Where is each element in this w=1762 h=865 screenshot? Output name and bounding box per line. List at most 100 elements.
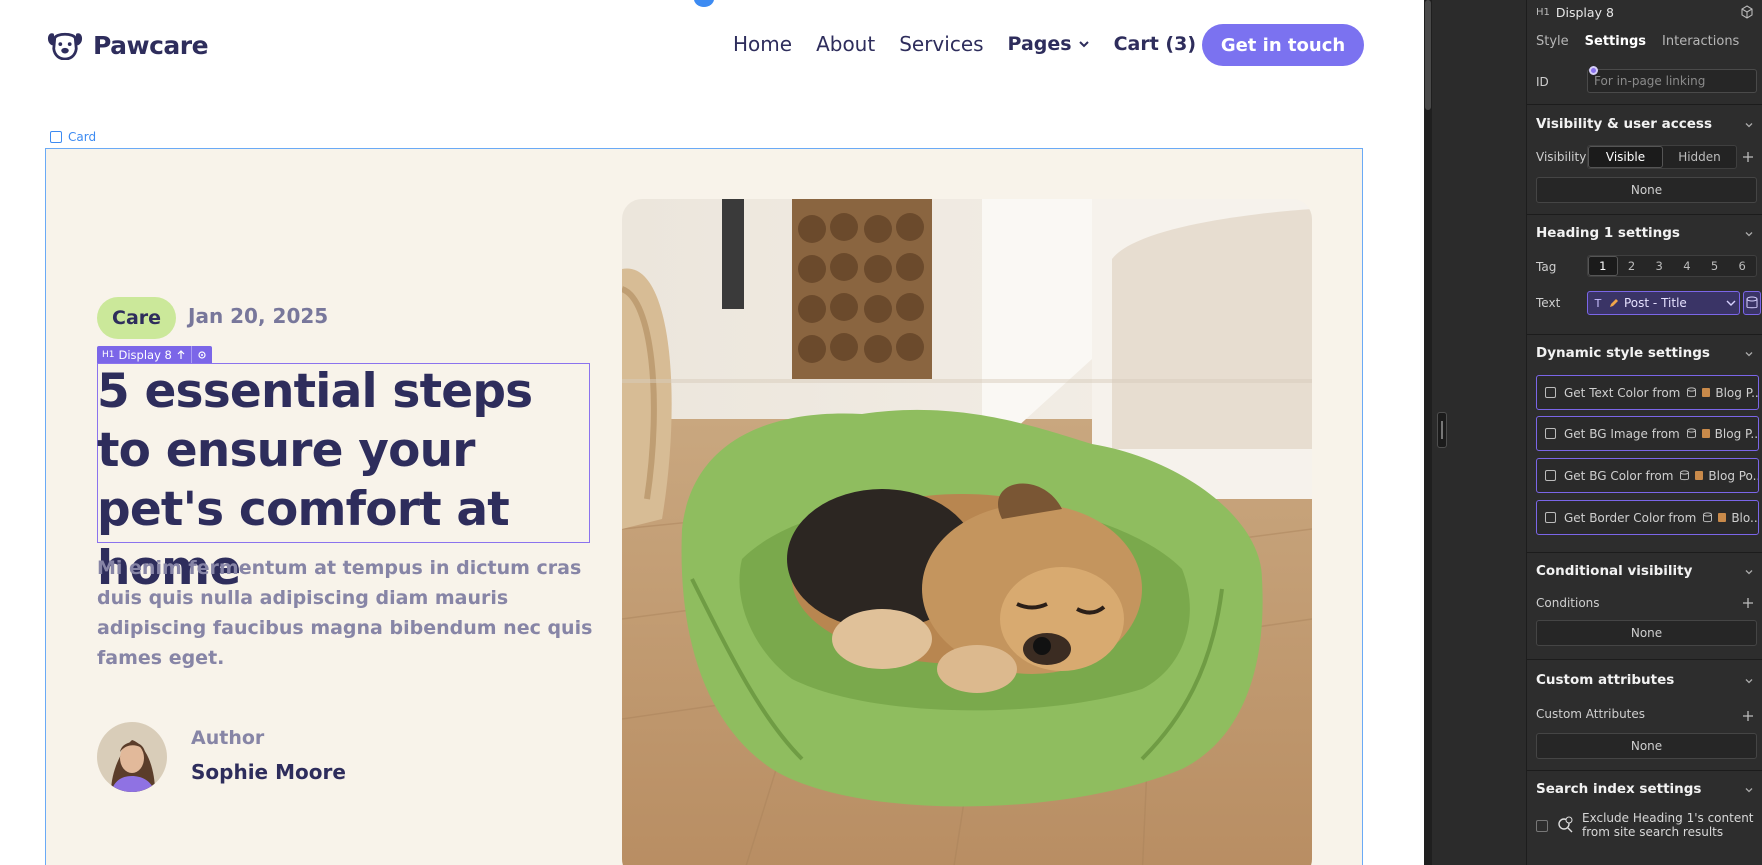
custom-attributes-value[interactable]: None <box>1536 733 1757 759</box>
dog-face-icon <box>47 32 83 60</box>
visibility-visible-option[interactable]: Visible <box>1588 146 1663 168</box>
chevron-down-icon[interactable] <box>1744 785 1754 795</box>
visibility-label: Visibility <box>1536 150 1587 164</box>
divider <box>1527 770 1762 771</box>
dynamic-row-source: Blog Po... <box>1708 468 1759 483</box>
divider <box>1527 214 1762 215</box>
visibility-toggle: Visible Hidden <box>1587 145 1737 169</box>
plus-icon[interactable] <box>1742 710 1754 722</box>
id-label: ID <box>1536 75 1549 89</box>
database-icon <box>1746 296 1758 309</box>
tag-option-4[interactable]: 4 <box>1673 256 1701 276</box>
card-element-label: Card <box>50 130 96 144</box>
component-icon <box>177 349 185 359</box>
canvas-scrollbar[interactable] <box>1424 0 1432 865</box>
id-placeholder: For in-page linking <box>1594 74 1706 88</box>
search-index-section-title[interactable]: Search index settings <box>1536 781 1701 797</box>
chevron-down-icon <box>1726 300 1736 306</box>
visibility-hidden-option[interactable]: Hidden <box>1663 146 1736 168</box>
nav-pages-dropdown[interactable]: Pages <box>1008 33 1090 55</box>
nav-home[interactable]: Home <box>733 32 792 56</box>
conditions-value[interactable]: None <box>1536 620 1757 646</box>
panel-tabs: Style Settings Interactions <box>1536 34 1739 49</box>
chevron-down-icon[interactable] <box>1744 676 1754 686</box>
id-field[interactable]: For in-page linking <box>1587 69 1757 93</box>
plus-icon[interactable] <box>1742 151 1754 163</box>
author-avatar <box>97 722 167 792</box>
nav-services[interactable]: Services <box>899 32 983 56</box>
custom-attributes-section-title[interactable]: Custom attributes <box>1536 672 1674 688</box>
tag-option-3[interactable]: 3 <box>1645 256 1673 276</box>
panel-resize-handle[interactable] <box>1437 412 1447 448</box>
designer-canvas[interactable]: Pawcare Home About Services Pages Cart (… <box>0 0 1424 865</box>
page-icon <box>1702 388 1711 397</box>
cube-icon[interactable] <box>1740 5 1754 19</box>
divider <box>1527 334 1762 335</box>
divider <box>1527 552 1762 553</box>
tag-option-2[interactable]: 2 <box>1618 256 1646 276</box>
id-binding-dot[interactable] <box>1589 66 1598 75</box>
tag-option-1[interactable]: 1 <box>1588 256 1618 276</box>
divider <box>1527 104 1762 105</box>
pencil-icon <box>1610 299 1618 307</box>
dynamic-row-label: Get Text Color from <box>1564 385 1681 400</box>
card-label-text: Card <box>68 130 97 144</box>
page-icon <box>1701 429 1710 438</box>
search-exclude-checkbox[interactable] <box>1536 820 1548 832</box>
checkbox[interactable] <box>1545 470 1556 481</box>
nav-links: Home About Services Pages Cart (3) <box>733 32 1220 56</box>
chevron-down-icon[interactable] <box>1744 120 1754 130</box>
visibility-value[interactable]: None <box>1536 177 1757 203</box>
checkbox[interactable] <box>1545 512 1556 523</box>
tag-option-5[interactable]: 5 <box>1701 256 1729 276</box>
selection-label[interactable]: H1 Display 8 <box>97 346 212 363</box>
heading-section-title[interactable]: Heading 1 settings <box>1536 225 1680 241</box>
panel-element-tag: H1 <box>1536 7 1550 18</box>
text-binding-field[interactable]: T Post - Title <box>1587 291 1740 315</box>
custom-attributes-label: Custom Attributes <box>1536 707 1646 721</box>
text-type-icon: T <box>1594 296 1602 310</box>
chevron-down-icon[interactable] <box>1744 229 1754 239</box>
get-in-touch-button[interactable]: Get in touch <box>1202 24 1364 66</box>
database-icon <box>1687 387 1697 398</box>
site-logo[interactable]: Pawcare <box>45 30 209 60</box>
text-binding-value: Post - Title <box>1624 296 1687 310</box>
conditional-section-title[interactable]: Conditional visibility <box>1536 563 1692 579</box>
category-badge[interactable]: Care <box>97 297 177 339</box>
dynamic-border-color-row[interactable]: Get Border Color from Blo... <box>1536 500 1759 535</box>
dynamic-row-source: Blog P... <box>1714 426 1759 441</box>
nav-about[interactable]: About <box>816 32 875 56</box>
checkbox[interactable] <box>1545 428 1556 439</box>
database-link-icon[interactable] <box>1743 291 1761 315</box>
dynamic-bg-image-row[interactable]: Get BG Image from Blog P... <box>1536 416 1759 451</box>
chevron-down-icon[interactable] <box>1744 349 1754 359</box>
canvas-scroll-thumb[interactable] <box>1425 0 1431 110</box>
chevron-down-icon[interactable] <box>1744 567 1754 577</box>
nav-cart[interactable]: Cart (3) <box>1114 33 1196 55</box>
author-name: Sophie Moore <box>191 760 346 784</box>
gear-icon <box>198 350 206 359</box>
chevron-down-icon <box>1078 41 1089 48</box>
dynamic-text-color-row[interactable]: Get Text Color from Blog P... <box>1536 375 1759 410</box>
post-date: Jan 20, 2025 <box>188 304 329 328</box>
divider <box>1527 659 1762 660</box>
heading-tag-selector: 1 2 3 4 5 6 <box>1587 255 1757 277</box>
visibility-section-title[interactable]: Visibility & user access <box>1536 116 1712 132</box>
page-icon <box>1718 513 1727 522</box>
conditions-label: Conditions <box>1536 596 1600 610</box>
dynamic-bg-color-row[interactable]: Get BG Color from Blog Po... <box>1536 458 1759 493</box>
tab-settings[interactable]: Settings <box>1585 34 1646 49</box>
tab-interactions[interactable]: Interactions <box>1662 34 1739 49</box>
checkbox[interactable] <box>1545 387 1556 398</box>
selection-style: Display 8 <box>118 347 172 362</box>
dynamic-section-title[interactable]: Dynamic style settings <box>1536 345 1710 361</box>
selection-settings[interactable] <box>190 346 212 363</box>
post-image[interactable] <box>622 199 1312 865</box>
text-label: Text <box>1536 296 1561 310</box>
search-off-icon <box>1558 816 1573 833</box>
tag-option-6[interactable]: 6 <box>1728 256 1756 276</box>
author-label: Author <box>191 727 265 749</box>
selection-tag: H1 <box>102 349 115 360</box>
tab-style[interactable]: Style <box>1536 34 1569 49</box>
plus-icon[interactable] <box>1742 597 1754 609</box>
